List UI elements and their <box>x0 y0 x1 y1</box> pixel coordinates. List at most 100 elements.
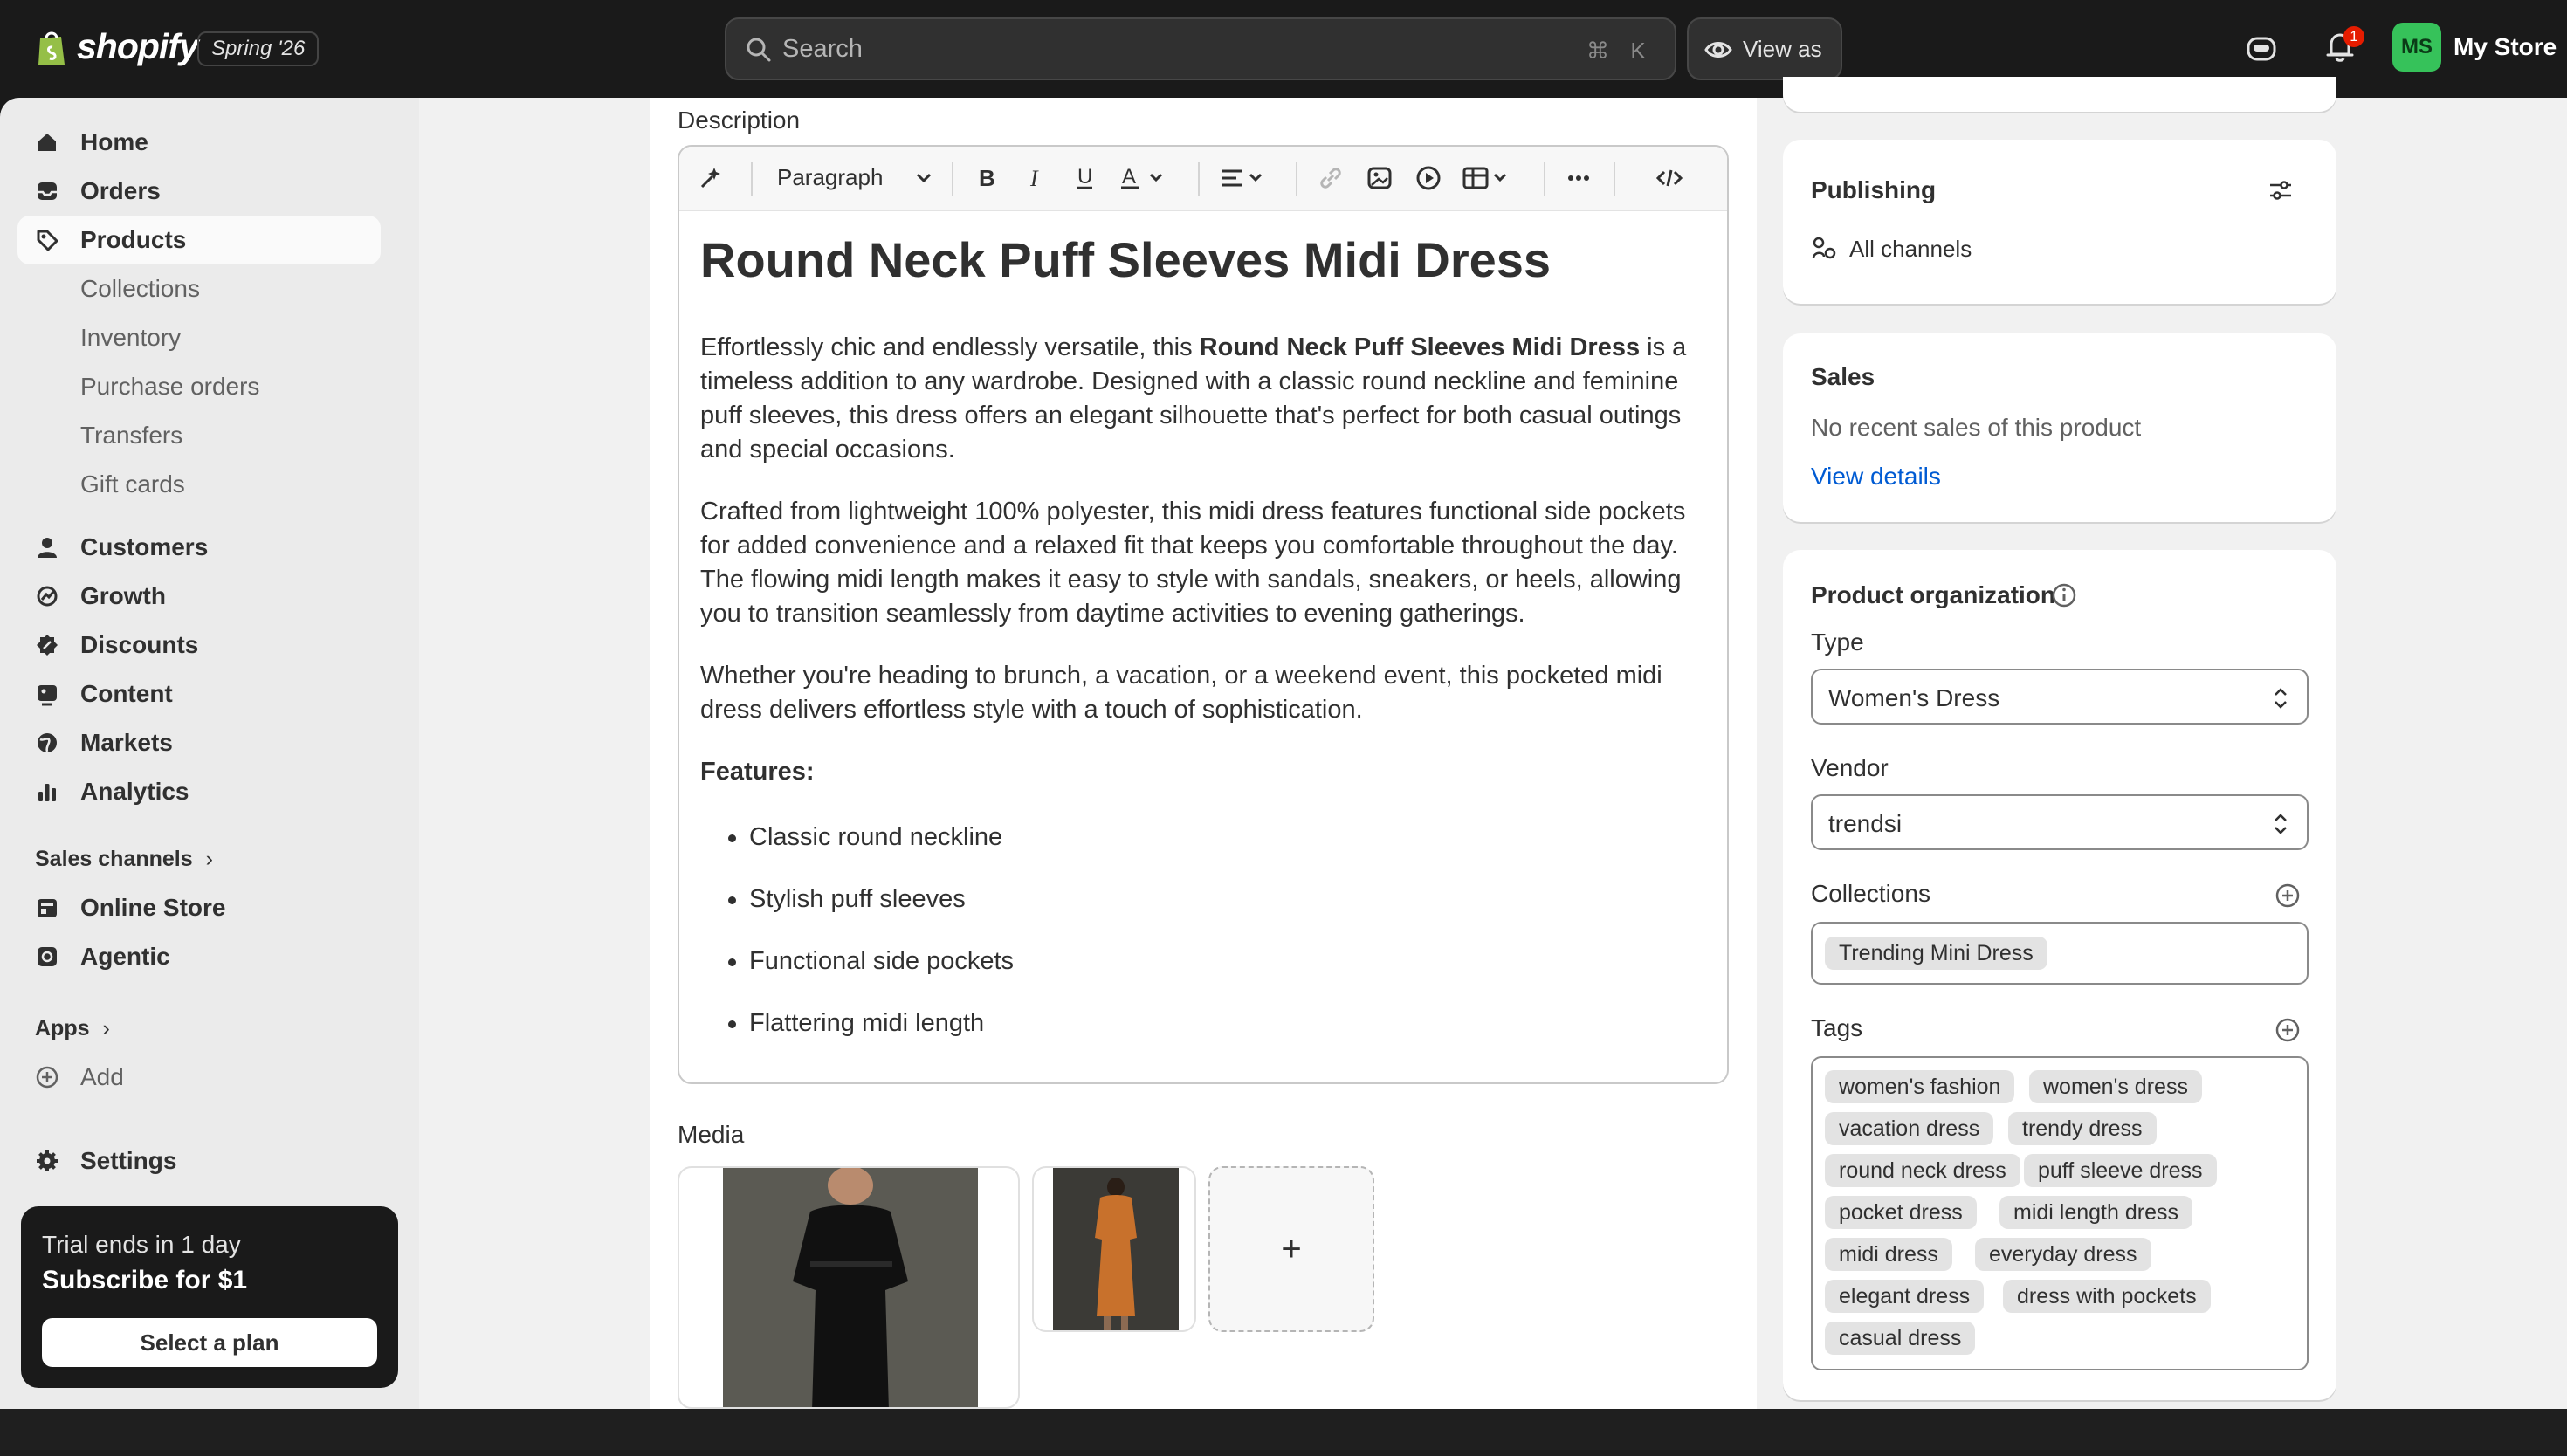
media-label: Media <box>678 1121 745 1148</box>
view-as-button[interactable]: View as <box>1687 17 1842 80</box>
notifications-button[interactable]: 1 <box>2324 26 2364 68</box>
product-tag[interactable]: dress with pockets <box>2003 1280 2211 1313</box>
add-media-button[interactable]: + <box>1208 1166 1374 1332</box>
editor-toolbar: Paragraph B I U A <box>679 147 1727 211</box>
sidebar-item-transfers[interactable]: Transfers <box>17 411 381 460</box>
sidebar-item-content[interactable]: Content <box>17 670 381 718</box>
sidekick-icon[interactable] <box>2246 33 2277 65</box>
search-icon <box>747 38 771 62</box>
sidebar-item-add-app[interactable]: Add <box>17 1053 381 1102</box>
svg-text:A: A <box>1122 165 1136 189</box>
info-icon[interactable] <box>2050 581 2078 609</box>
more-horizontal-icon[interactable] <box>1565 164 1593 192</box>
sales-channels-heading[interactable]: Sales channels › <box>35 847 213 872</box>
sidebar-item-markets[interactable]: Markets <box>17 718 381 767</box>
editor-document[interactable]: Round Neck Puff Sleeves Midi Dress Effor… <box>700 230 1713 1068</box>
vendor-select[interactable]: trendsi <box>1811 794 2309 850</box>
product-tag[interactable]: everyday dress <box>1975 1238 2151 1271</box>
sidebar-item-label: Transfers <box>80 422 183 449</box>
product-tag[interactable]: women's dress <box>2029 1070 2202 1103</box>
collections-input[interactable]: Trending Mini Dress <box>1811 922 2309 985</box>
media-thumbnail-secondary[interactable] <box>1032 1166 1196 1332</box>
description-paragraph-3: Whether you're heading to brunch, a vaca… <box>700 662 1662 725</box>
bold-icon[interactable]: B <box>973 164 1001 192</box>
product-tag[interactable]: women's fashion <box>1825 1070 2015 1103</box>
description-paragraph-2: Crafted from lightweight 100% polyester,… <box>700 498 1686 628</box>
paragraph-format-select[interactable]: Paragraph <box>777 164 883 191</box>
italic-icon[interactable]: I <box>1022 164 1050 192</box>
sidebar-item-collections[interactable]: Collections <box>17 264 381 313</box>
sidebar-item-label: Orders <box>80 177 161 204</box>
align-icon[interactable] <box>1219 164 1271 192</box>
sales-title: Sales <box>1811 363 1875 390</box>
store-name: My Store <box>2453 33 2557 60</box>
sidebar-item-settings[interactable]: Settings <box>17 1137 381 1185</box>
sidebar-item-label: Analytics <box>80 778 189 805</box>
type-select[interactable]: Women's Dress <box>1811 669 2309 725</box>
select-plan-button[interactable]: Select a plan <box>42 1318 377 1367</box>
description-editor[interactable]: Paragraph B I U A Round Neck Puff Sleeve… <box>678 145 1729 1084</box>
add-tag-icon[interactable] <box>2274 1016 2302 1044</box>
sidebar-item-products[interactable]: Products <box>17 216 381 264</box>
code-view-icon[interactable] <box>1655 164 1683 192</box>
list-item: Classic round neckline <box>728 821 1713 855</box>
product-tag[interactable]: trendy dress <box>2008 1112 2157 1145</box>
sidebar-item-gift-cards[interactable]: Gift cards <box>17 460 381 509</box>
image-icon[interactable] <box>1366 164 1394 192</box>
black-dress-photo <box>723 1168 978 1407</box>
underline-icon[interactable]: U <box>1070 164 1098 192</box>
sidebar-item-analytics[interactable]: Analytics <box>17 767 381 816</box>
chevron-right-icon: › <box>102 1016 110 1040</box>
sidebar: Home Orders Products Collections Invento… <box>0 98 419 1409</box>
text-color-icon[interactable]: A <box>1119 164 1172 192</box>
product-tag[interactable]: puff sleeve dress <box>2024 1154 2217 1187</box>
add-collection-icon[interactable] <box>2274 882 2302 910</box>
plus-circle-icon <box>36 1066 58 1089</box>
apps-heading[interactable]: Apps › <box>35 1016 110 1041</box>
product-tag[interactable]: casual dress <box>1825 1322 1976 1355</box>
view-details-link[interactable]: View details <box>1811 463 1941 491</box>
sidebar-item-discounts[interactable]: Discounts <box>17 621 381 670</box>
product-organization-title: Product organization <box>1811 581 2055 608</box>
settings-sliders-icon[interactable] <box>2267 176 2295 204</box>
store-menu-button[interactable]: MS My Store <box>2392 23 2557 72</box>
search-input[interactable]: Search ⌘ K <box>725 17 1676 80</box>
sidebar-item-orders[interactable]: Orders <box>17 167 381 216</box>
paragraph-bold-text: Round Neck Puff Sleeves Midi Dress <box>1199 333 1641 362</box>
sidebar-item-label: Content <box>80 680 173 707</box>
link-icon[interactable] <box>1317 164 1345 192</box>
all-channels-label: All channels <box>1849 236 1972 262</box>
product-tag[interactable]: elegant dress <box>1825 1280 1985 1313</box>
table-icon[interactable] <box>1462 164 1517 192</box>
shopify-logo[interactable]: shopify <box>35 26 199 67</box>
product-tag[interactable]: vacation dress <box>1825 1112 1994 1145</box>
vendor-label: Vendor <box>1811 754 1889 781</box>
product-tag[interactable]: midi dress <box>1825 1238 1952 1271</box>
sidebar-item-home[interactable]: Home <box>17 118 381 167</box>
toolbar-divider <box>1544 162 1545 196</box>
tags-input[interactable]: women's fashion women's dress vacation d… <box>1811 1056 2309 1370</box>
video-icon[interactable] <box>1414 164 1442 192</box>
sidebar-item-agentic[interactable]: Agentic <box>17 932 381 981</box>
discount-icon <box>37 635 58 656</box>
product-organization-card: Product organization Type Women's Dress … <box>1783 550 2336 1400</box>
edition-badge: Spring '26 <box>197 31 320 66</box>
collection-tag[interactable]: Trending Mini Dress <box>1825 937 2047 970</box>
product-tag[interactable]: round neck dress <box>1825 1154 2020 1187</box>
sidebar-item-label: Collections <box>80 275 200 302</box>
sidebar-item-customers[interactable]: Customers <box>17 523 381 572</box>
features-list: Classic round neckline Stylish puff slee… <box>728 821 1713 1040</box>
sidebar-item-label: Settings <box>80 1147 177 1174</box>
sidebar-item-label: Inventory <box>80 324 182 351</box>
magic-wand-icon[interactable] <box>697 164 725 192</box>
tags-label: Tags <box>1811 1014 1863 1041</box>
sidebar-item-inventory[interactable]: Inventory <box>17 313 381 362</box>
description-paragraph-1: Effortlessly chic and endlessly versatil… <box>700 331 1713 467</box>
sidebar-item-purchase-orders[interactable]: Purchase orders <box>17 362 381 411</box>
product-tag[interactable]: midi length dress <box>1999 1196 2192 1229</box>
media-thumbnail-primary[interactable] <box>678 1166 1020 1409</box>
sidebar-item-growth[interactable]: Growth <box>17 572 381 621</box>
sidebar-item-online-store[interactable]: Online Store <box>17 883 381 932</box>
description-heading: Round Neck Puff Sleeves Midi Dress <box>700 232 1552 287</box>
product-tag[interactable]: pocket dress <box>1825 1196 1977 1229</box>
